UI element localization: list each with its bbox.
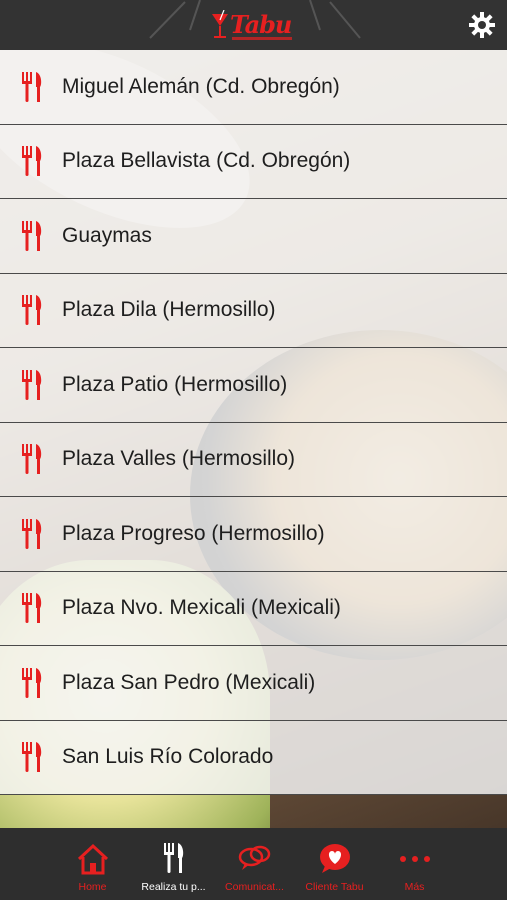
branch-row[interactable]: Plaza Progreso (Hermosillo) — [0, 497, 507, 572]
fork-knife-icon — [22, 593, 42, 624]
branch-label: Plaza Dila (Hermosillo) — [62, 298, 276, 322]
branch-row[interactable]: Plaza Nvo. Mexicali (Mexicali) — [0, 571, 507, 646]
branch-label: San Luis Río Colorado — [62, 745, 274, 769]
branch-label: Plaza Bellavista (Cd. Obregón) — [62, 149, 351, 173]
logo-wordmark: Tabu — [230, 10, 292, 39]
fork-knife-icon — [22, 667, 42, 698]
branch-label: Plaza Patio (Hermosillo) — [62, 372, 288, 396]
branch-row[interactable]: Guaymas — [0, 199, 507, 274]
tabu-logo: Tabu — [210, 8, 300, 44]
logo-tagline-bar — [232, 37, 292, 40]
fork-knife-icon — [22, 742, 42, 773]
branch-label: Plaza Progreso (Hermosillo) — [62, 521, 325, 545]
tab-mas[interactable]: Más — [364, 828, 465, 900]
bottom-tab-bar: Home Realiza tu p... Comunicat... Client… — [0, 828, 507, 900]
more-dots-icon — [399, 856, 430, 862]
fork-knife-icon — [22, 295, 42, 326]
branch-list: Miguel Alemán (Cd. Obregón) Plaza Bellav… — [0, 50, 507, 795]
fork-knife-icon — [22, 146, 42, 177]
branch-row[interactable]: Plaza Patio (Hermosillo) — [0, 348, 507, 423]
fork-knife-icon — [22, 444, 42, 475]
branch-row[interactable]: Miguel Alemán (Cd. Obregón) — [0, 50, 507, 125]
branch-row[interactable]: Plaza Bellavista (Cd. Obregón) — [0, 124, 507, 199]
fork-knife-icon — [22, 71, 42, 102]
fork-knife-icon — [22, 518, 42, 549]
branch-label: Guaymas — [62, 223, 152, 247]
branch-label: Plaza Nvo. Mexicali (Mexicali) — [62, 596, 341, 620]
fork-knife-icon — [22, 369, 42, 400]
branch-label: Plaza Valles (Hermosillo) — [62, 447, 296, 471]
fork-knife-icon — [22, 220, 42, 251]
fork-knife-icon — [163, 843, 183, 873]
branch-row[interactable]: Plaza Valles (Hermosillo) — [0, 422, 507, 497]
branch-row[interactable]: Plaza San Pedro (Mexicali) — [0, 646, 507, 721]
tab-label: Más — [404, 881, 425, 893]
heart-bubble-icon — [319, 844, 350, 873]
branch-row[interactable]: Plaza Dila (Hermosillo) — [0, 273, 507, 348]
home-icon — [77, 843, 108, 875]
gear-icon[interactable] — [469, 12, 495, 38]
chat-bubbles-icon — [238, 845, 270, 870]
branch-label: Miguel Alemán (Cd. Obregón) — [62, 74, 340, 98]
top-bar: Tabu — [0, 0, 507, 50]
branch-row[interactable]: San Luis Río Colorado — [0, 720, 507, 795]
branch-label: Plaza San Pedro (Mexicali) — [62, 670, 316, 694]
cocktail-glass-icon — [212, 10, 228, 38]
